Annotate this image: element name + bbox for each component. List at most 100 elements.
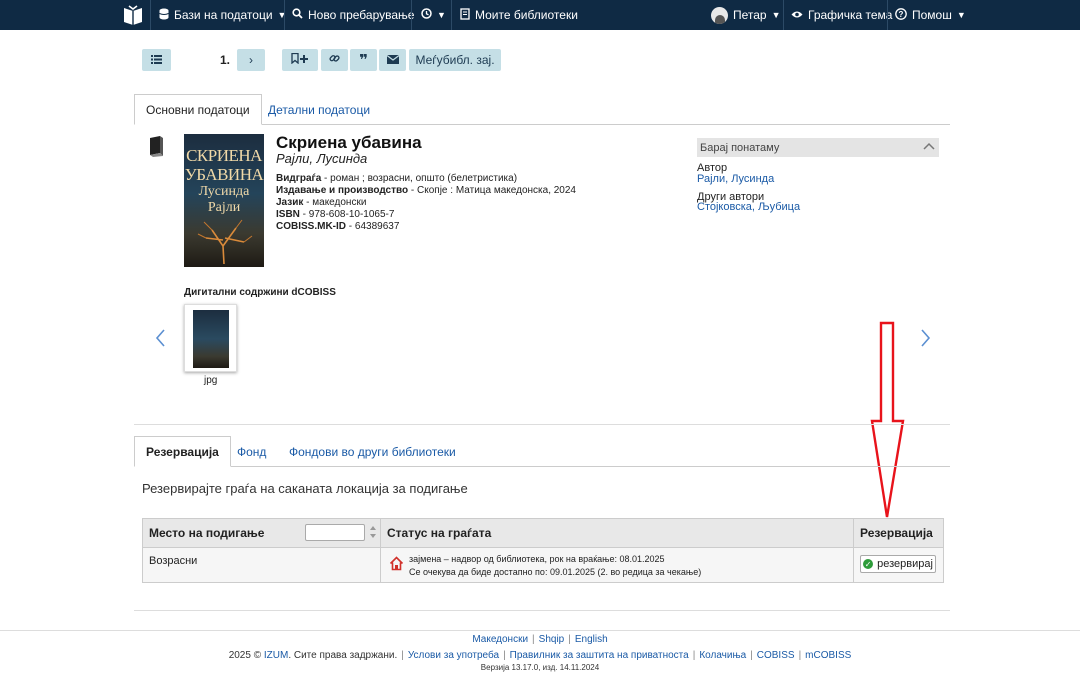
- nav-databases-label: Бази на податоци: [174, 8, 273, 22]
- chevron-down-icon: ▼: [771, 10, 781, 20]
- book-cover-image[interactable]: СКРИЕНА УБАВИНА Лусинда Рајли: [184, 134, 264, 267]
- cover-title-1: СКРИЕНА: [186, 146, 262, 165]
- book-type-icon: [150, 136, 163, 157]
- holdings-tabs: Резервација Фонд Фондови во други библио…: [134, 436, 950, 467]
- record-number: 1.: [220, 53, 231, 67]
- language-albanian[interactable]: Shqip: [539, 634, 565, 645]
- nav-my-libraries-label: Моите библиотеки: [475, 8, 578, 22]
- copy-link-button[interactable]: [321, 49, 348, 71]
- nav-divider: [451, 0, 452, 30]
- nav-help-menu[interactable]: ? Помош ▼: [895, 0, 966, 30]
- chevron-down-icon: ▼: [277, 10, 287, 20]
- field-cobiss-id: COBISS.MK-ID - 64389637: [276, 221, 400, 232]
- field-material-type: Видграѓа - роман ; возрасни, општо (беле…: [276, 173, 518, 184]
- location-filter-input[interactable]: [305, 524, 365, 541]
- reserve-button-label: резервирај: [877, 558, 933, 570]
- tab-holdings[interactable]: Фонд: [226, 436, 277, 467]
- nav-databases-menu[interactable]: Бази на податоци ▼: [159, 0, 286, 30]
- izum-link[interactable]: IZUM: [264, 650, 288, 661]
- language-switcher: Македонски | Shqip | English: [472, 634, 608, 645]
- thumbnail-file-type: jpg: [204, 375, 218, 386]
- list-view-button[interactable]: [142, 49, 171, 71]
- tab-reservation[interactable]: Резервација: [134, 436, 231, 467]
- nav-user-label: Петар: [733, 8, 767, 22]
- reserve-button[interactable]: ✓ резервирај: [860, 555, 936, 573]
- status-loaned: зајмена – надвор од библиотека, рок на в…: [409, 554, 665, 564]
- nav-graphic-theme[interactable]: Графичка тема: [791, 0, 892, 30]
- reservation-action-cell: ✓ резервирај: [854, 547, 943, 582]
- carousel-next-icon[interactable]: [920, 328, 932, 348]
- cobiss-logo[interactable]: [122, 0, 144, 30]
- nav-divider: [783, 0, 784, 30]
- nav-divider: [150, 0, 151, 30]
- privacy-link[interactable]: Правилник за заштита на приватноста: [510, 650, 689, 661]
- cobiss-link[interactable]: COBISS: [757, 650, 795, 661]
- cover-title-2: УБАВИНА: [184, 165, 264, 184]
- email-button[interactable]: [379, 49, 406, 71]
- terms-link[interactable]: Услови за употреба: [408, 650, 499, 661]
- field-language: Јазик - македонски: [276, 197, 367, 208]
- database-icon: [159, 8, 169, 23]
- section-divider: [134, 610, 950, 611]
- chevron-down-icon: ▼: [437, 10, 446, 20]
- tree-illustration: [197, 219, 253, 264]
- nav-new-search[interactable]: Ново пребарување: [292, 0, 414, 30]
- pickup-location-cell: Возрасни: [143, 547, 381, 582]
- home-icon: [389, 556, 404, 571]
- quote-icon: ❞: [359, 51, 368, 69]
- other-author-link[interactable]: Стојковска, Љубица: [697, 201, 800, 213]
- carousel-prev-icon[interactable]: [154, 328, 166, 348]
- library-icon: [460, 7, 470, 23]
- nav-help-label: Помош: [912, 8, 952, 22]
- next-record-button[interactable]: ›: [237, 49, 265, 71]
- tab-other-libraries[interactable]: Фондови во други библиотеки: [278, 436, 467, 467]
- tab-basic-data[interactable]: Основни податоци: [134, 94, 262, 125]
- nav-history-menu[interactable]: ▼: [421, 0, 446, 30]
- bookmark-plus-icon: [291, 52, 309, 67]
- annotation-arrow-icon: [870, 321, 905, 518]
- cite-button[interactable]: ❞: [350, 49, 377, 71]
- digital-content-heading: Дигитални содржини dCOBISS: [184, 287, 336, 298]
- help-icon: ?: [895, 7, 907, 23]
- column-header-pickup: Место на подигање: [143, 519, 381, 547]
- search-icon: [292, 8, 303, 22]
- list-icon: [151, 53, 162, 67]
- book-logo-icon: [124, 5, 142, 25]
- add-bookmark-button[interactable]: [282, 49, 318, 71]
- nav-my-libraries[interactable]: Моите библиотеки: [460, 0, 578, 30]
- column-header-reservation: Резервација: [854, 519, 943, 547]
- further-search-header[interactable]: Барај понатаму: [697, 138, 939, 157]
- top-navigation-bar: Бази на податоци ▼ Ново пребарување ▼ Мо…: [0, 0, 1080, 30]
- status-expected: Се очекува да биде достапно по: 09.01.20…: [409, 567, 702, 577]
- column-header-status: Статус на граѓата: [381, 519, 854, 547]
- clock-icon: [421, 8, 432, 22]
- cover-author-2: Рајли: [207, 200, 241, 215]
- tab-detailed-data[interactable]: Детални податоци: [257, 94, 381, 125]
- cookies-link[interactable]: Колачиња: [699, 650, 746, 661]
- nav-divider: [887, 0, 888, 30]
- language-macedonian[interactable]: Македонски: [472, 634, 528, 645]
- nav-graphic-theme-label: Графичка тема: [808, 8, 893, 22]
- section-divider: [134, 424, 950, 425]
- field-isbn: ISBN - 978-608-10-1065-7: [276, 209, 395, 220]
- footer-links: 2025 © IZUM. Сите права задржани. | Услови…: [228, 650, 852, 661]
- avatar: [711, 6, 728, 24]
- interlibrary-loan-button[interactable]: Меѓубибл. зај.: [409, 49, 501, 71]
- chevron-up-icon: [923, 142, 935, 150]
- eye-icon: [791, 8, 803, 22]
- chevron-down-icon: ▼: [956, 10, 966, 20]
- check-circle-icon: ✓: [863, 559, 874, 569]
- further-search-heading: Барај понатаму: [700, 142, 780, 154]
- field-publication: Издавање и производство - Скопје : Матиц…: [276, 185, 576, 196]
- nav-user-menu[interactable]: Петар ▼: [711, 0, 781, 30]
- link-icon: [329, 53, 340, 67]
- mcobiss-link[interactable]: mCOBISS: [805, 650, 851, 661]
- language-english[interactable]: English: [575, 634, 608, 645]
- cover-author-1: Лусинда: [198, 184, 250, 199]
- author-link[interactable]: Рајли, Лусинда: [697, 173, 774, 185]
- digital-thumbnail[interactable]: [184, 304, 237, 372]
- sort-icon[interactable]: [369, 525, 377, 539]
- record-tabs: Основни податоци Детални податоци: [134, 94, 950, 125]
- nav-divider: [411, 0, 412, 30]
- reservation-intro: Резервирајте граѓа на саканата локација …: [142, 481, 468, 496]
